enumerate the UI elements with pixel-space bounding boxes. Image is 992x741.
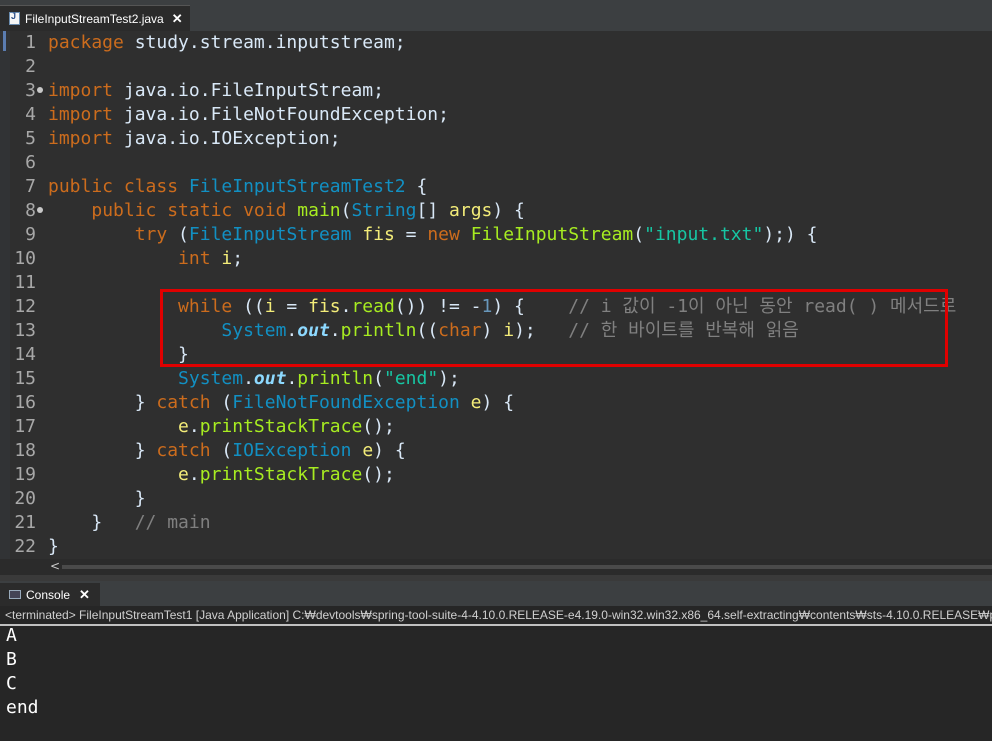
code-line[interactable]: 21 } // main — [0, 511, 992, 535]
console-output-line: end — [6, 697, 39, 718]
horizontal-scrollbar[interactable]: < — [0, 559, 992, 575]
code-text: } catch (IOException e) { — [48, 440, 406, 461]
code-text: public class FileInputStreamTest2 { — [48, 176, 428, 197]
terminated-status: <terminated> FileInputStreamTest1 [Java … — [5, 608, 992, 622]
code-line[interactable]: 20 } — [0, 487, 992, 511]
code-line[interactable]: 4 import java.io.FileNotFoundException; — [0, 103, 992, 127]
code-text: try (FileInputStream fis = new FileInput… — [134, 224, 818, 245]
scroll-left-icon[interactable]: < — [50, 559, 60, 573]
line-number: 4 — [25, 104, 36, 125]
code-line[interactable]: 3 import java.io.FileInputStream; — [0, 79, 992, 103]
code-line[interactable]: 7 public class FileInputStreamTest2 { — [0, 175, 992, 199]
line-number: 5 — [25, 128, 36, 149]
code-line[interactable]: 17 e.printStackTrace(); — [0, 415, 992, 439]
line-number: 20 — [14, 488, 36, 509]
code-line[interactable]: 19 e.printStackTrace(); — [0, 463, 992, 487]
code-text: int i; — [178, 248, 244, 269]
fold-icon[interactable] — [37, 87, 43, 93]
code-text: e.printStackTrace(); — [178, 416, 395, 437]
close-icon[interactable]: ✕ — [172, 11, 183, 27]
line-number: 22 — [14, 536, 36, 557]
line-number: 3 — [25, 80, 36, 101]
console-output-line: A — [6, 625, 17, 646]
console-output-line: C — [6, 673, 17, 694]
console-icon — [9, 590, 21, 599]
code-text: } // main — [48, 512, 211, 533]
console-separator — [0, 624, 992, 626]
code-text: System.out.println("end"); — [178, 368, 460, 389]
code-line[interactable]: 10 int i; — [0, 247, 992, 271]
line-number: 18 — [14, 440, 36, 461]
code-line[interactable]: 16 } catch (FileNotFoundException e) { — [0, 391, 992, 415]
line-number: 15 — [14, 368, 36, 389]
fold-icon[interactable] — [37, 207, 43, 213]
editor-tab-bar: FileInputStreamTest2.java ✕ — [0, 0, 992, 31]
code-text: package study.stream.inputstream; — [48, 32, 406, 53]
line-number: 8 — [25, 200, 36, 221]
line-number: 7 — [25, 176, 36, 197]
console-output[interactable]: <terminated> FileInputStreamTest1 [Java … — [0, 606, 992, 741]
code-line[interactable]: 18 } catch (IOException e) { — [0, 439, 992, 463]
code-line[interactable]: 1 package study.stream.inputstream; — [0, 31, 992, 55]
editor-tab-title: FileInputStreamTest2.java — [25, 11, 164, 26]
code-line[interactable]: 8 public static void main(String[] args)… — [0, 199, 992, 223]
code-text: import java.io.FileNotFoundException; — [48, 104, 449, 125]
line-number: 13 — [14, 320, 36, 341]
code-line[interactable]: 22} — [0, 535, 992, 559]
code-text: import java.io.FileInputStream; — [48, 80, 384, 101]
java-file-icon — [9, 11, 20, 25]
code-editor[interactable]: 1 package study.stream.inputstream; 2 3 impo… — [0, 31, 992, 559]
line-number: 14 — [14, 344, 36, 365]
highlight-box — [160, 289, 948, 367]
code-line[interactable]: 6 — [0, 151, 992, 175]
line-number: 9 — [25, 224, 36, 245]
line-number: 10 — [14, 248, 36, 269]
code-text: } — [48, 488, 146, 509]
code-line[interactable]: 5 import java.io.IOException; — [0, 127, 992, 151]
scrollbar-track[interactable] — [62, 565, 992, 569]
code-line[interactable]: 9 try (FileInputStream fis = new FileInp… — [0, 223, 992, 247]
line-number: 21 — [14, 512, 36, 533]
code-text: public static void main(String[] args) { — [91, 200, 525, 221]
code-line[interactable]: 15 System.out.println("end"); — [0, 367, 992, 391]
code-line[interactable]: 2 — [0, 55, 992, 79]
console-tab[interactable]: Console ✕ — [0, 583, 100, 606]
line-number: 11 — [14, 272, 36, 293]
line-number: 1 — [25, 32, 36, 53]
console-output-line: B — [6, 649, 17, 670]
code-text: } — [48, 536, 59, 557]
console-tab-bar: Console ✕ — [0, 581, 992, 606]
code-text: } catch (FileNotFoundException e) { — [48, 392, 515, 413]
line-number: 19 — [14, 464, 36, 485]
code-text: import java.io.IOException; — [48, 128, 341, 149]
line-number: 17 — [14, 416, 36, 437]
line-number: 6 — [25, 152, 36, 173]
close-icon[interactable]: ✕ — [79, 587, 90, 603]
code-text: e.printStackTrace(); — [178, 464, 395, 485]
line-number: 2 — [25, 56, 36, 77]
line-number: 16 — [14, 392, 36, 413]
line-number: 12 — [14, 296, 36, 317]
editor-tab[interactable]: FileInputStreamTest2.java ✕ — [0, 5, 190, 31]
console-tab-title: Console — [26, 587, 71, 602]
